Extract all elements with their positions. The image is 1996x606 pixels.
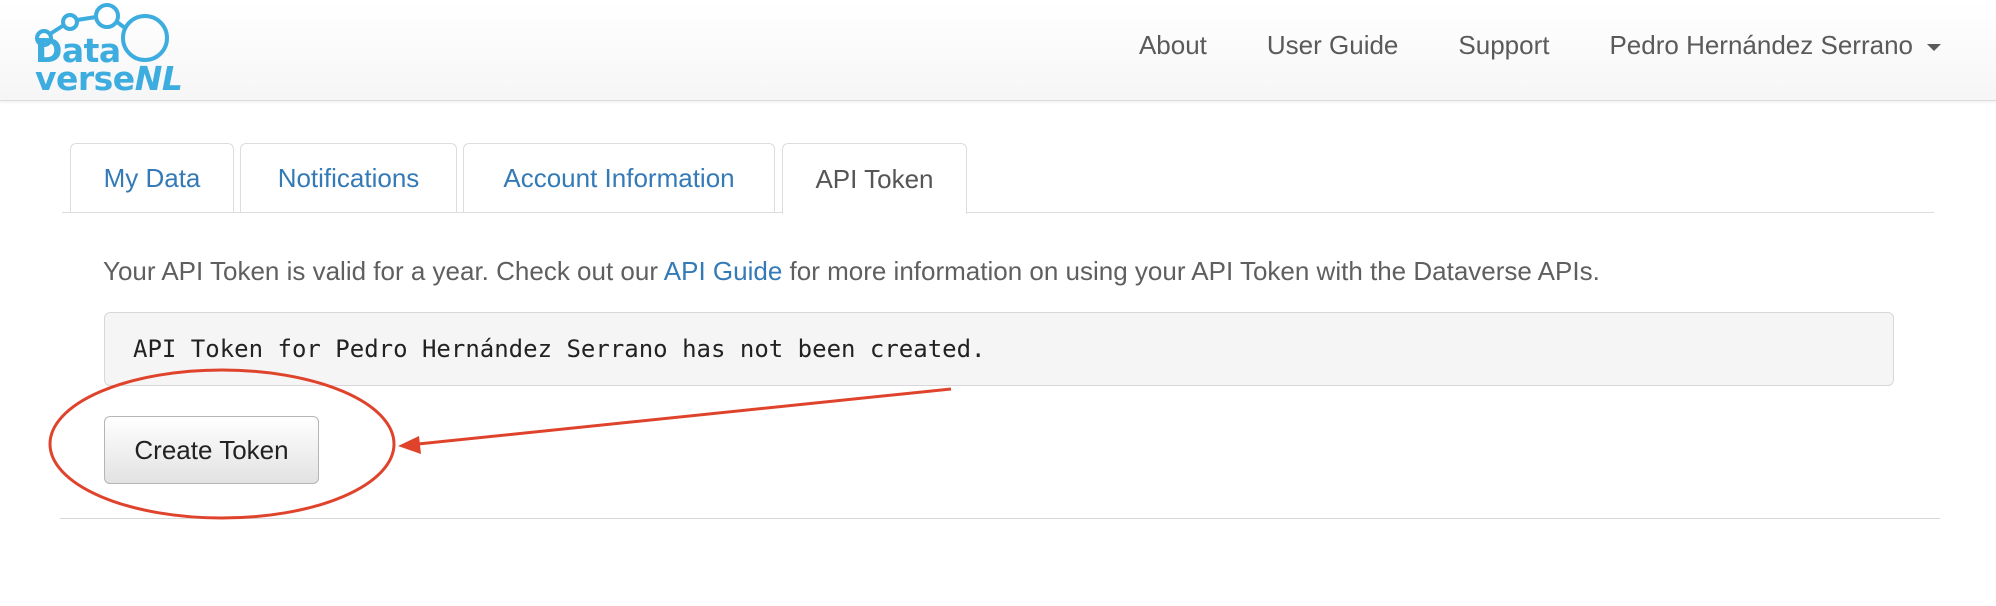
intro-text-before: Your API Token is valid for a year. Chec… [103, 256, 664, 286]
section-divider [60, 518, 1940, 519]
logo-text-verse-nl: verseNL [35, 59, 183, 98]
api-guide-link[interactable]: API Guide [664, 256, 783, 286]
tab-my-data[interactable]: My Data [70, 143, 234, 212]
annotation-arrow-head-icon [398, 436, 421, 454]
logo-text-nl: NL [134, 59, 183, 98]
user-name: Pedro Hernández Serrano [1609, 30, 1913, 60]
tab-api-token[interactable]: API Token [782, 143, 967, 214]
api-token-display: API Token for Pedro Hernández Serrano ha… [104, 312, 1894, 386]
tab-notifications[interactable]: Notifications [240, 143, 457, 212]
dataverse-nl-logo[interactable]: Data verseNL [32, 2, 183, 98]
top-navbar: Data verseNL About User Guide Support Pe… [0, 0, 1996, 101]
tab-account-information[interactable]: Account Information [463, 143, 775, 212]
logo-text-verse: verse [35, 59, 135, 98]
caret-down-icon [1927, 43, 1941, 51]
intro-text-after: for more information on using your API T… [782, 256, 1600, 286]
annotation-arrow-line [417, 387, 952, 446]
create-token-button[interactable]: Create Token [104, 416, 319, 484]
nav-about[interactable]: About [1139, 30, 1207, 61]
nav-links: About User Guide Support Pedro Hernández… [1079, 30, 1941, 61]
nav-user-guide[interactable]: User Guide [1267, 30, 1399, 61]
user-menu[interactable]: Pedro Hernández Serrano [1609, 30, 1941, 61]
api-token-intro: Your API Token is valid for a year. Chec… [103, 256, 1600, 287]
tabs-baseline [62, 212, 1934, 213]
nav-support[interactable]: Support [1458, 30, 1549, 61]
